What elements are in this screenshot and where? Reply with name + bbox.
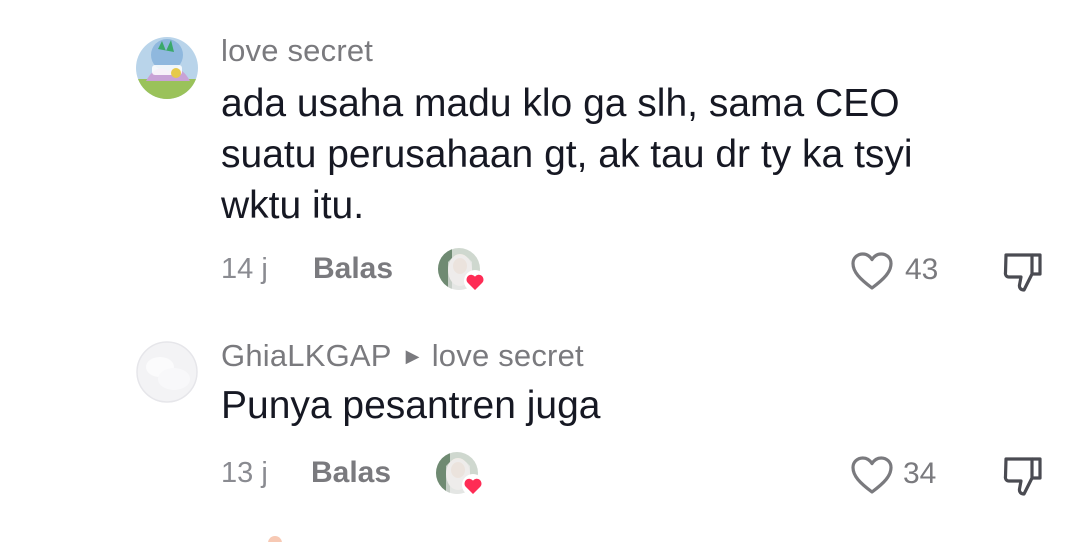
comment-timestamp: 14 j [221,253,268,285]
comment-text: Punya pesantren juga [221,384,601,427]
heart-outline-icon[interactable] [850,251,894,291]
comment-timestamp: 13 j [221,457,268,489]
reply-button[interactable]: Balas [311,456,391,490]
heart-outline-icon[interactable] [850,455,894,495]
reply-to-username[interactable]: love secret [432,338,584,373]
reply-button[interactable]: Balas [313,252,393,286]
comment-item: GhiaLKGAP ▶ love secret Punya pesantren ju… [0,320,1080,542]
like-count: 43 [905,253,939,286]
comment-username[interactable]: love secret [221,33,373,69]
comment-text: ada usaha madu klo ga slh, sama CEO suat… [221,82,913,227]
triangle-right-icon: ▶ [405,346,420,366]
like-count: 34 [903,457,937,490]
thumbs-down-icon[interactable] [1002,454,1044,498]
next-comment-peek [268,536,282,542]
avatar[interactable] [136,37,198,99]
comment-username[interactable]: GhiaLKGAP ▶ love secret [221,338,584,374]
comment-item: love secret ada usaha madu klo ga slh, s… [0,0,1080,320]
creator-avatar-heart-icon [436,452,484,496]
avatar[interactable] [136,341,198,403]
creator-avatar-heart-icon [438,248,486,292]
thumbs-down-icon[interactable] [1002,250,1044,294]
